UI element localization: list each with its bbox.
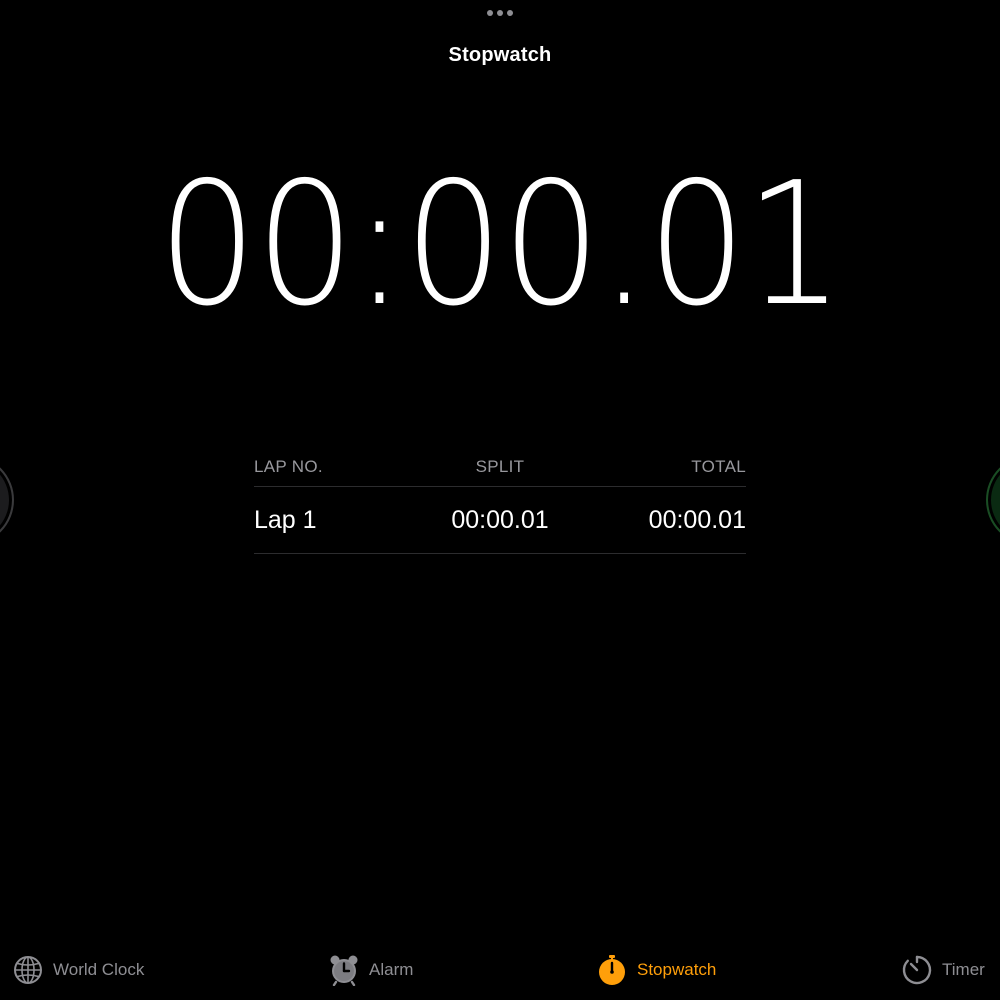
page-title: Stopwatch <box>448 44 552 66</box>
alarm-clock-icon <box>328 954 360 986</box>
handle-dot <box>507 10 513 16</box>
stopwatch-screen: Stopwatch 00:00.01 LAP NO. SPLIT TOTAL L… <box>0 0 1000 1000</box>
lap-label: Lap 1 <box>254 505 317 534</box>
tab-label: Alarm <box>369 960 414 979</box>
multitasking-handle[interactable] <box>487 9 513 17</box>
lap-total: 00:00.01 <box>648 505 746 534</box>
tab-bar: World Clock Alarm Stopwatch Timer <box>0 944 1000 1000</box>
elapsed-time: 00:00.01 <box>157 146 845 344</box>
total-header: TOTAL <box>691 457 746 476</box>
laps-table: LAP NO. SPLIT TOTAL Lap 1 00:00.01 00:00… <box>254 448 746 554</box>
globe-icon <box>12 954 44 986</box>
tab-world-clock[interactable]: World Clock <box>12 950 144 990</box>
lap-row: Lap 1 00:00.01 00:00.01 <box>254 487 746 554</box>
handle-dot <box>487 10 493 16</box>
split-header: SPLIT <box>475 457 525 476</box>
tab-label: World Clock <box>53 960 145 979</box>
tab-stopwatch[interactable]: Stopwatch <box>596 950 716 990</box>
laps-header: LAP NO. SPLIT TOTAL <box>254 448 746 487</box>
stopwatch-icon <box>596 954 628 986</box>
start-stop-button[interactable] <box>986 455 1000 545</box>
stopwatch-time-display: 00:00.01 <box>0 150 1000 340</box>
lap-no-header: LAP NO. <box>254 457 323 476</box>
tab-label: Timer <box>942 960 985 979</box>
tab-label: Stopwatch <box>637 960 717 979</box>
lap-reset-button[interactable] <box>0 455 14 545</box>
timer-icon <box>901 954 933 986</box>
tab-timer[interactable]: Timer <box>901 950 985 990</box>
lap-split: 00:00.01 <box>451 505 549 534</box>
tab-alarm[interactable]: Alarm <box>328 950 413 990</box>
handle-dot <box>497 10 503 16</box>
